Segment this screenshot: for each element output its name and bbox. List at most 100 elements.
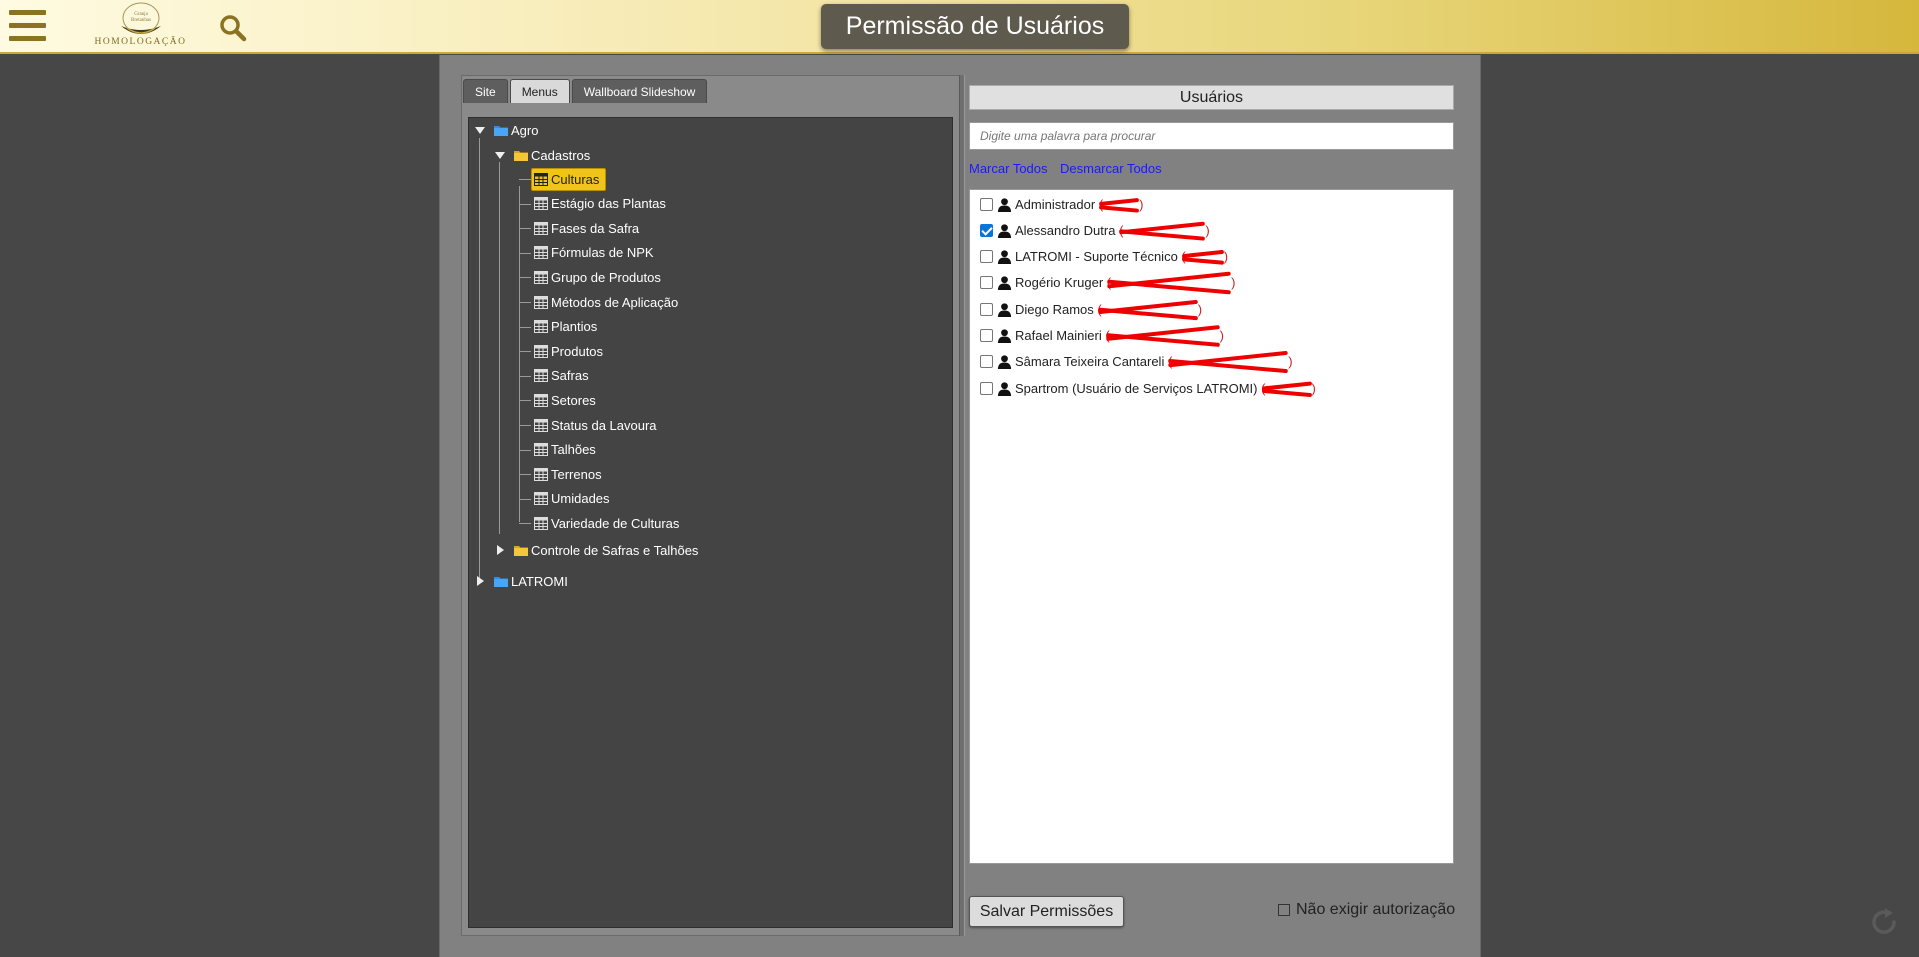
tree-node-controle-safras[interactable]: Controle de Safras e Talhões xyxy=(489,538,705,562)
user-row[interactable]: Diego Ramos () xyxy=(980,299,1202,319)
save-permissions-button[interactable]: Salvar Permissões xyxy=(969,896,1124,927)
tree-node-agro[interactable]: Agro xyxy=(469,118,545,142)
top-header-bar: Granja Bretanhas HOMOLOGAÇÃO Permissão d… xyxy=(0,0,1919,54)
tree-item-label: Terrenos xyxy=(551,466,602,482)
table-icon xyxy=(534,172,548,186)
redacted-login: () xyxy=(1103,275,1236,291)
tree-item[interactable]: Talhões xyxy=(509,438,603,462)
tree-item-label: Variedade de Culturas xyxy=(551,515,680,531)
tree-item-label: Fórmulas de NPK xyxy=(551,245,654,261)
user-row[interactable]: LATROMI - Suporte Técnico () xyxy=(980,247,1228,267)
blue-folder-icon xyxy=(494,126,508,136)
tree-item[interactable]: Produtos xyxy=(509,339,610,363)
user-row[interactable]: Alessandro Dutra () xyxy=(980,220,1210,240)
user-icon xyxy=(997,197,1012,212)
svg-text:Granja: Granja xyxy=(134,12,148,17)
tree-item-label: Produtos xyxy=(551,343,604,359)
menu-tree-panel: Site Menus Wallboard Slideshow Agro Cada… xyxy=(461,75,960,936)
tree-item[interactable]: Variedade de Culturas xyxy=(509,511,686,535)
user-row[interactable]: Sâmara Teixeira Cantareli () xyxy=(980,352,1293,372)
tree-node-cadastros[interactable]: Cadastros xyxy=(489,143,597,167)
user-name: Administrador xyxy=(1015,196,1096,212)
redacted-login: () xyxy=(1101,328,1224,343)
user-checkbox[interactable] xyxy=(980,197,993,211)
deselect-all-link[interactable]: Desmarcar Todos xyxy=(1060,161,1162,176)
users-panel-header: Usuários xyxy=(969,85,1454,110)
redacted-login: () xyxy=(1164,354,1293,370)
logo-text: HOMOLOGAÇÃO xyxy=(94,37,187,47)
yellow-folder-icon xyxy=(514,546,528,556)
expand-arrow-icon[interactable] xyxy=(477,576,484,586)
logo-emblem-icon: Granja Bretanhas xyxy=(120,2,161,34)
search-icon[interactable] xyxy=(219,14,247,42)
tree-node-latromi[interactable]: LATROMI xyxy=(469,569,575,593)
tree-item-label: Culturas xyxy=(551,171,600,187)
tree-item[interactable]: Terrenos xyxy=(509,462,609,486)
user-row[interactable]: Rogério Kruger () xyxy=(980,273,1235,293)
user-row[interactable]: Spartrom (Usuário de Serviços LATROMI) (… xyxy=(980,378,1316,398)
user-checkbox[interactable] xyxy=(980,276,993,290)
tree-item-label: Safras xyxy=(551,368,589,384)
user-icon xyxy=(997,355,1012,370)
expand-arrow-icon[interactable] xyxy=(497,545,504,555)
company-logo[interactable]: Granja Bretanhas HOMOLOGAÇÃO xyxy=(93,2,188,52)
user-name: Diego Ramos xyxy=(1015,301,1094,317)
tree-connector xyxy=(479,138,480,582)
no-auth-option[interactable]: Não exigir autorização xyxy=(1278,901,1455,919)
tree-item-label: Estágio das Plantas xyxy=(551,196,666,212)
tree-item[interactable]: Status da Lavoura xyxy=(509,413,664,437)
table-icon xyxy=(534,418,548,432)
user-row[interactable]: Rafael Mainieri () xyxy=(980,326,1224,346)
tree-item-label: Métodos de Aplicação xyxy=(551,294,679,310)
tree-item[interactable]: Culturas xyxy=(509,167,607,191)
redacted-login: () xyxy=(1115,222,1210,238)
tree-node-label: Controle de Safras e Talhões xyxy=(531,542,699,558)
user-icon xyxy=(997,250,1012,265)
tree-item[interactable]: Métodos de Aplicação xyxy=(509,290,685,314)
no-auth-checkbox[interactable] xyxy=(1278,904,1290,916)
svg-text:Bretanhas: Bretanhas xyxy=(131,18,151,23)
tree-item-label: Status da Lavoura xyxy=(551,417,657,433)
user-checkbox[interactable] xyxy=(980,223,993,237)
tree-item[interactable]: Safras xyxy=(509,364,596,388)
user-checkbox[interactable] xyxy=(980,302,993,316)
tree-item[interactable]: Setores xyxy=(509,388,603,412)
tree-node-label: Cadastros xyxy=(531,147,591,163)
user-icon xyxy=(997,303,1012,317)
tree-item[interactable]: Fases da Safra xyxy=(509,216,646,240)
collapse-arrow-icon[interactable] xyxy=(475,127,485,134)
user-checkbox[interactable] xyxy=(980,355,993,369)
tree-item[interactable]: Fórmulas de NPK xyxy=(509,241,661,265)
user-icon xyxy=(997,381,1012,396)
tab-wallboard-slideshow[interactable]: Wallboard Slideshow xyxy=(571,79,708,103)
tree-item[interactable]: Umidades xyxy=(509,487,617,511)
user-row[interactable]: Administrador () xyxy=(980,194,1144,214)
tab-menus[interactable]: Menus xyxy=(509,79,570,103)
tree-item-label: Setores xyxy=(551,392,596,408)
users-panel: Usuários Marcar Todos Desmarcar Todos Ad… xyxy=(965,75,1461,936)
redacted-login: () xyxy=(1093,301,1203,317)
hamburger-menu-icon[interactable] xyxy=(9,10,46,42)
table-icon xyxy=(534,221,548,235)
select-all-link[interactable]: Marcar Todos xyxy=(969,161,1048,176)
table-icon xyxy=(534,295,548,309)
table-icon xyxy=(534,320,548,334)
tree-item-label: Grupo de Produtos xyxy=(551,269,661,285)
collapse-arrow-icon[interactable] xyxy=(495,152,505,159)
user-checkbox[interactable] xyxy=(980,329,993,342)
tree-item[interactable]: Estágio das Plantas xyxy=(509,192,673,216)
table-icon xyxy=(534,492,548,506)
tree-item[interactable]: Grupo de Produtos xyxy=(509,265,668,289)
tree-node-label: Agro xyxy=(511,122,539,138)
user-checkbox[interactable] xyxy=(980,250,993,264)
tree-item-label: Talhões xyxy=(551,442,596,458)
user-search-input[interactable] xyxy=(969,122,1454,150)
redacted-login: () xyxy=(1095,196,1144,212)
refresh-icon[interactable] xyxy=(1868,906,1900,938)
user-checkbox[interactable] xyxy=(980,381,993,395)
tree-item-label: Umidades xyxy=(551,491,610,507)
tab-site[interactable]: Site xyxy=(463,79,508,103)
tree-item[interactable]: Plantios xyxy=(509,315,604,339)
page-title: Permissão de Usuários xyxy=(821,4,1129,49)
menu-tree: Agro Cadastros Culturas Estágio das Plant… xyxy=(468,117,953,928)
